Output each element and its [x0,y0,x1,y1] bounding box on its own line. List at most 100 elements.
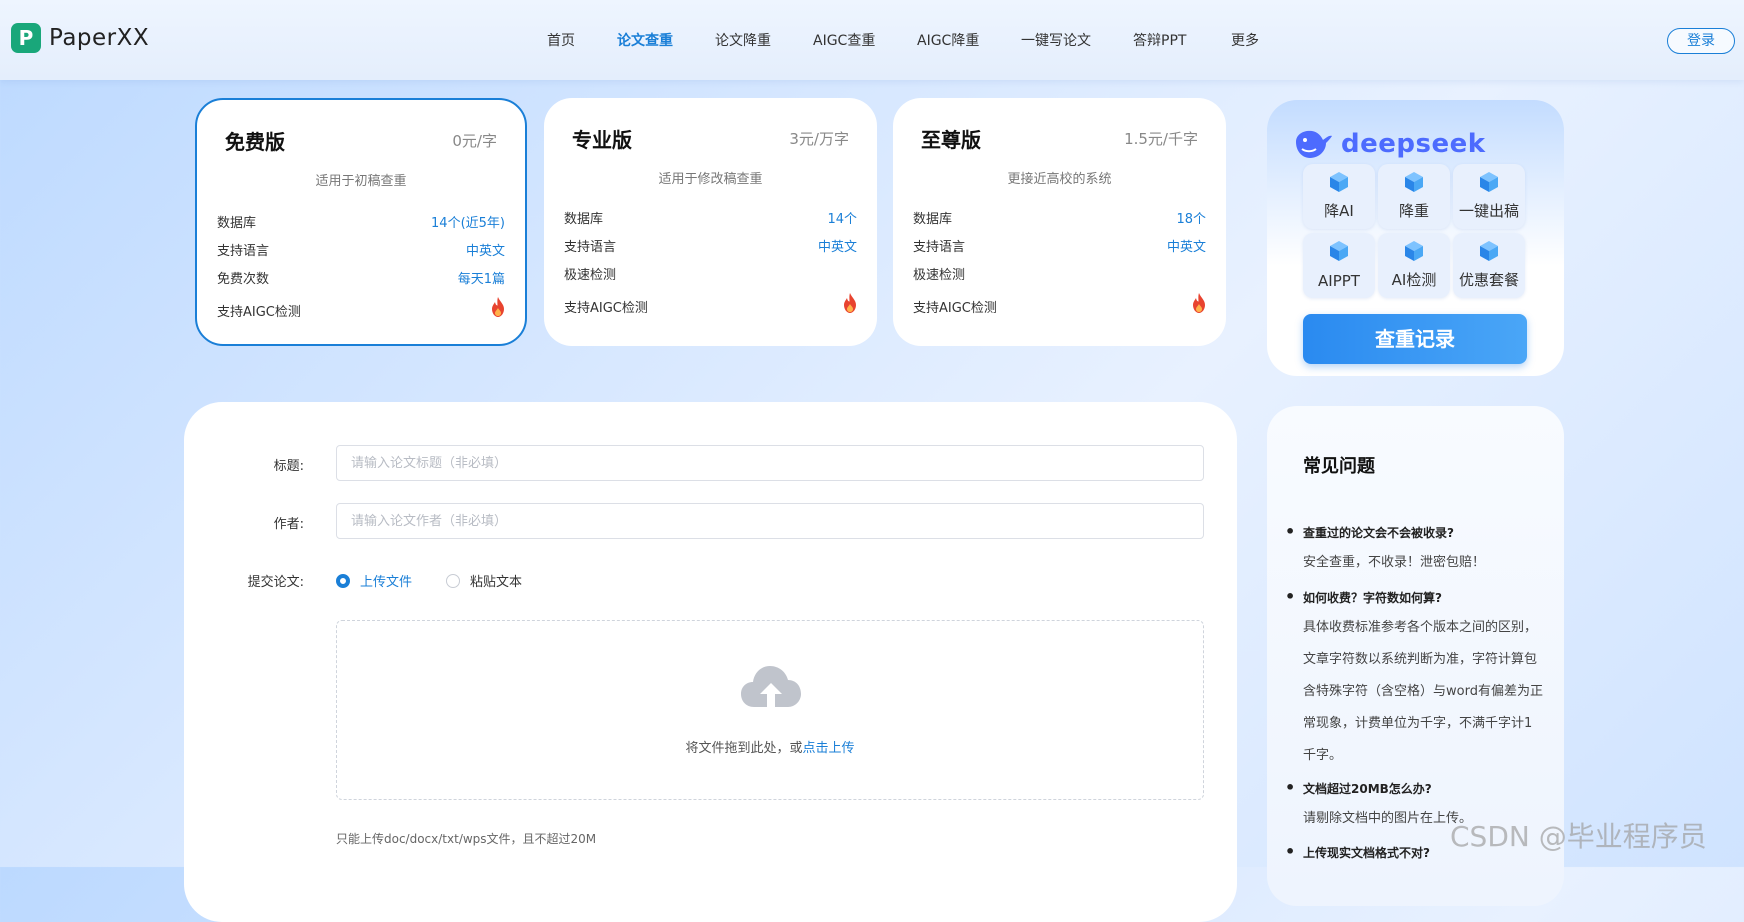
plan-row: 极速检测 [913,264,1206,283]
whale-icon [1296,130,1332,158]
tile-reduce-duplicate[interactable]: 降重 [1378,164,1450,229]
row-label: 支持语言 [913,240,966,255]
plan-row: 支持语言 中英文 [217,240,505,259]
row-label: 免费次数 [217,272,270,287]
plan-row: 支持AIGC检测 [564,293,857,316]
plan-desc: 更接近高校的系统 [1007,172,1112,187]
title-input[interactable] [336,445,1204,481]
cube-icon [1405,241,1423,261]
faq-question[interactable]: 文档超过20MB怎么办? [1285,778,1543,797]
faq-title: 常见问题 [1303,456,1375,477]
radio-dot-unchecked [446,573,460,588]
faq-question[interactable]: 查重过的论文会不会被收录? [1285,522,1543,541]
row-label: 数据库 [217,216,257,231]
cloud-upload-icon [741,666,801,707]
fire-icon [492,297,504,317]
upload-dropzone[interactable]: 将文件拖到此处，或点击上传 [336,620,1204,800]
nav-more[interactable]: 更多 [1231,30,1259,50]
faq-answer: 安全查重，不收录！泄密包赔！ [1303,555,1486,570]
radio-paste-text[interactable]: 粘贴文本 [446,571,522,590]
row-label: 支持语言 [217,244,270,259]
tile-ai-ppt[interactable]: AIPPT [1303,233,1375,298]
plan-row: 支持AIGC检测 [217,297,505,320]
plan-row: 极速检测 [564,264,857,283]
deepseek-card: deepseek 降AI 降重 一键出稿 AIPPT AI检测 优惠套餐 查重记… [1267,100,1564,376]
csdn-watermark: CSDN @毕业程序员 [1450,820,1707,853]
radio-dot-checked [336,573,350,588]
nav-plagiarism-check[interactable]: 论文查重 [617,30,673,50]
submit-mode-group: 上传文件 粘贴文本 [336,571,736,591]
check-record-button[interactable]: 查重记录 [1303,314,1527,364]
row-label: 极速检测 [913,268,966,283]
faq-question[interactable]: 如何收费？字符数如何算? [1285,587,1543,606]
plan-card-premium[interactable]: 至尊版 1.5元/千字 更接近高校的系统 数据库 18个 支持语言 中英文 极速检测… [893,98,1226,346]
login-button[interactable]: 登录 [1667,28,1735,54]
cube-icon [1480,241,1498,261]
tile-label: AIPPT [1318,272,1360,290]
cube-icon [1330,172,1348,192]
author-label: 作者: [273,517,304,532]
row-value: 中英文 [1166,240,1206,255]
plan-row: 数据库 18个 [913,208,1206,227]
nav-defense-ppt[interactable]: 答辩PPT [1133,30,1186,50]
row-value: 每天1篇 [457,272,505,287]
plan-price: 1.5元/千字 [1124,130,1198,148]
dropzone-instruction: 将文件拖到此处，或 [685,741,803,756]
main-nav: 首页 论文查重 论文降重 AIGC查重 AIGC降重 一键写论文 答辩PPT 更… [0,30,1744,54]
row-value: 14个 [827,212,857,227]
nav-home[interactable]: 首页 [547,30,575,50]
plan-desc: 适用于修改稿查重 [658,172,763,187]
row-value: 14个(近5年) [431,216,505,231]
plan-row: 数据库 14个(近5年) [217,212,505,231]
faq-answer: 具体收费标准参考各个版本之间的区别，文章字符数以系统判断为准，字符计算包含特殊字… [1303,620,1543,763]
plan-price: 3元/万字 [789,130,849,148]
plan-name: 专业版 [572,128,632,152]
click-upload-link[interactable]: 点击上传 [803,741,855,756]
deepseek-brand: deepseek [1341,129,1486,159]
tile-one-click-draft[interactable]: 一键出稿 [1453,164,1525,229]
radio-label: 上传文件 [360,575,413,590]
submission-form: 标题: 作者: 提交论文: 上传文件 粘贴文本 将文件拖到此处，或点击上传 只能… [184,402,1237,922]
plan-desc: 适用于初稿查重 [315,174,407,189]
row-label: 支持语言 [564,240,617,255]
plan-price: 0元/字 [452,132,497,150]
nav-write-paper[interactable]: 一键写论文 [1021,30,1091,50]
plan-row: 支持语言 中英文 [564,236,857,255]
cube-icon [1480,172,1498,192]
plan-row: 免费次数 每天1篇 [217,268,505,287]
submit-label: 提交论文: [247,575,304,590]
dropzone-text: 将文件拖到此处，或点击上传 [337,737,1203,756]
row-value: 18个 [1176,212,1206,227]
row-label: 数据库 [564,212,604,227]
top-header: P PaperXX 首页 论文查重 论文降重 AIGC查重 AIGC降重 一键写… [0,0,1744,80]
nav-aigc-check[interactable]: AIGC查重 [813,30,875,50]
plan-card-pro[interactable]: 专业版 3元/万字 适用于修改稿查重 数据库 14个 支持语言 中英文 极速检测 支… [544,98,877,346]
plan-name: 免费版 [225,130,285,154]
plan-card-free[interactable]: 免费版 0元/字 适用于初稿查重 数据库 14个(近5年) 支持语言 中英文 免费次… [195,98,527,346]
title-label: 标题: [273,459,304,474]
row-label: 支持AIGC检测 [913,301,997,316]
row-label: 数据库 [913,212,953,227]
plan-name: 至尊版 [921,128,981,152]
tile-label: 优惠套餐 [1458,271,1519,289]
radio-upload-file[interactable]: 上传文件 [336,571,412,590]
tile-label: AI检测 [1391,271,1437,289]
plan-row: 数据库 14个 [564,208,857,227]
nav-aigc-rewrite[interactable]: AIGC降重 [917,30,979,50]
upload-hint: 只能上传doc/docx/txt/wps文件，且不超过20M [336,832,597,846]
cube-icon [1405,172,1423,192]
plan-row: 支持语言 中英文 [913,236,1206,255]
row-label: 极速检测 [564,268,617,283]
tile-discount-package[interactable]: 优惠套餐 [1453,233,1525,298]
plan-row: 支持AIGC检测 [913,293,1206,316]
radio-label: 粘贴文本 [470,575,523,590]
tile-label: 一键出稿 [1458,202,1519,220]
deepseek-logo: deepseek [1293,128,1486,160]
row-label: 支持AIGC检测 [217,305,301,320]
nav-rewrite[interactable]: 论文降重 [715,30,771,50]
tile-ai-detect[interactable]: AI检测 [1378,233,1450,298]
row-value: 中英文 [817,240,857,255]
cube-icon [1330,241,1348,261]
tile-reduce-ai[interactable]: 降AI [1303,164,1375,229]
author-input[interactable] [336,503,1204,539]
